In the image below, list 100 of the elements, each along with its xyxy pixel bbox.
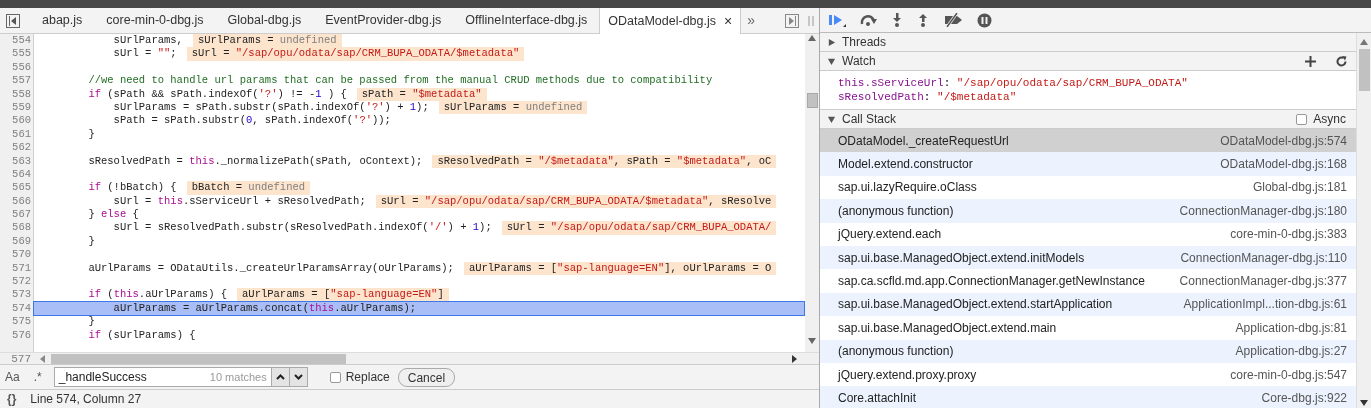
line-number[interactable]: 572: [0, 275, 34, 289]
frame-location[interactable]: ConnectionManager-dbg.js:180: [1179, 201, 1347, 220]
frame-location[interactable]: Core-dbg.js:922: [1261, 389, 1347, 407]
scroll-down-icon[interactable]: [1360, 400, 1368, 406]
frame-location[interactable]: Global-dbg.js:181: [1252, 178, 1347, 197]
line-number[interactable]: 556: [0, 60, 34, 75]
collapsed-triangle-icon[interactable]: [827, 37, 836, 47]
line-number[interactable]: 568: [0, 221, 34, 235]
search-field[interactable]: _handleSuccess 10 matches: [53, 367, 272, 388]
line-number[interactable]: 563: [0, 154, 34, 168]
vertical-scrollbar[interactable]: [805, 34, 819, 353]
frame-location[interactable]: core-min-0-dbg.js:547: [1230, 365, 1347, 384]
line-number[interactable]: 576: [0, 328, 34, 342]
inline-value: sUrl = "/sap/opu/odata/sap/CRM_BUPA_ODATA/: [501, 221, 777, 235]
watch-expression[interactable]: this.sServiceUrl: "/sap/opu/odata/sap/CRM_BUPA_ODATA": [838, 76, 1356, 90]
expanded-triangle-icon[interactable]: [827, 114, 836, 124]
expanded-triangle-icon[interactable]: [827, 56, 836, 66]
line-number[interactable]: 562: [0, 141, 34, 155]
async-checkbox[interactable]: [1296, 113, 1308, 125]
horizontal-scrollbar-thumb[interactable]: [51, 353, 346, 364]
scrollbar-thumb[interactable]: [1358, 49, 1370, 91]
debugger-toggle-icon[interactable]: [785, 13, 799, 28]
file-tab[interactable]: ODataModel-dbg.js ×: [599, 8, 742, 34]
call-frame[interactable]: Core.attachInit Core-dbg.js:922: [820, 386, 1356, 408]
watch-expression[interactable]: sResolvedPath: "/$metadata": [838, 90, 1356, 104]
file-tab[interactable]: OfflineInterface-dbg.js: [453, 7, 600, 34]
replace-checkbox[interactable]: [329, 371, 341, 383]
line-number[interactable]: 570: [0, 248, 34, 262]
inline-value: sUrlParams = undefined: [438, 100, 588, 115]
line-number[interactable]: 557: [0, 74, 34, 88]
line-number[interactable]: 559: [0, 100, 34, 115]
pause-icon[interactable]: [977, 12, 992, 28]
sidebar-toggle-icon[interactable]: [6, 13, 20, 28]
scroll-right-icon[interactable]: [792, 354, 797, 363]
section-header[interactable]: Watch: [820, 52, 1356, 71]
frame-location[interactable]: ApplicationImpl...tion-dbg.js:61: [1183, 295, 1347, 314]
regex-toggle[interactable]: .*: [33, 368, 42, 387]
pretty-print-button[interactable]: {}: [7, 390, 17, 408]
line-number[interactable]: 567: [0, 208, 34, 222]
step-into-icon[interactable]: [891, 13, 903, 27]
line-number[interactable]: 565: [0, 181, 34, 195]
file-tab[interactable]: core-min-0-dbg.js: [94, 7, 216, 34]
scroll-down-icon[interactable]: [808, 338, 816, 345]
more-tabs-button[interactable]: »: [747, 10, 755, 31]
call-frame[interactable]: (anonymous function) ConnectionManager-dbg.js:180: [820, 199, 1356, 223]
line-number[interactable]: 573: [0, 288, 34, 302]
code-text: sUrl = "";: [112, 47, 177, 61]
grip-icon[interactable]: [807, 13, 815, 28]
match-case-toggle[interactable]: Aa: [5, 368, 20, 387]
line-number[interactable]: 571: [0, 261, 34, 276]
inline-value: aUrlParams = ["sap-language=EN"]: [237, 288, 449, 302]
scrollbar-thumb[interactable]: [806, 93, 818, 108]
line-number[interactable]: 554: [0, 34, 34, 48]
line-number[interactable]: 575: [0, 315, 34, 329]
call-frame[interactable]: sap.ui.base.ManagedObject.extend.initModels ConnectionManager-dbg.js:110: [820, 245, 1356, 270]
frame-location[interactable]: Application-dbg.js:81: [1235, 318, 1347, 337]
call-frame[interactable]: Model.extend.constructor ODataModel-dbg.js:168: [820, 152, 1356, 176]
line-number[interactable]: 577: [0, 352, 34, 365]
async-label[interactable]: Async: [1313, 110, 1346, 128]
frame-location[interactable]: core-min-0-dbg.js:383: [1230, 225, 1347, 244]
frame-location[interactable]: ODataModel-dbg.js:574: [1220, 131, 1347, 150]
section-header[interactable]: Threads: [820, 33, 1356, 52]
step-over-icon[interactable]: [860, 14, 877, 26]
frame-location[interactable]: ConnectionManager-dbg.js:110: [1180, 248, 1347, 267]
file-tab[interactable]: Global-dbg.js: [215, 7, 314, 34]
scroll-up-icon[interactable]: [1360, 39, 1368, 45]
line-number[interactable]: 569: [0, 234, 34, 249]
frame-location[interactable]: ODataModel-dbg.js:168: [1220, 155, 1347, 174]
replace-label[interactable]: Replace: [345, 368, 390, 387]
line-number[interactable]: 566: [0, 194, 34, 209]
code-text: if (sUrlParams) {: [87, 328, 196, 342]
refresh-icon[interactable]: [1336, 55, 1347, 67]
frame-location[interactable]: ConnectionManager-dbg.js:377: [1179, 272, 1347, 291]
file-tab[interactable]: EventProvider-dbg.js: [313, 7, 454, 34]
line-number[interactable]: 561: [0, 127, 34, 142]
step-out-icon[interactable]: [917, 13, 929, 27]
call-frame[interactable]: (anonymous function) Application-dbg.js:27: [820, 339, 1356, 363]
code-text: sUrl = this.sServiceUrl + sResolvedPath;: [112, 194, 366, 209]
code-text: sUrlParams = sPath.substr(sPath.indexOf('?') + 1);: [112, 100, 429, 115]
line-number[interactable]: 560: [0, 114, 34, 128]
inline-value: sResolvedPath = "/$metadata", sPath = "$metadata", oC: [432, 154, 777, 168]
file-tab[interactable]: abap.js: [30, 7, 95, 34]
cancel-button[interactable]: Cancel: [397, 367, 456, 387]
call-frame[interactable]: sap.ui.base.ManagedObject.extend.startApplication ApplicationImpl...tion-dbg.js:61: [820, 292, 1356, 317]
resume-icon[interactable]: [828, 13, 846, 27]
line-number[interactable]: 564: [0, 167, 34, 182]
section-header[interactable]: Call Stack Async: [820, 110, 1356, 129]
inline-value: sPath = "$metadata": [356, 87, 487, 101]
line-number[interactable]: 555: [0, 47, 34, 61]
code-text: }: [87, 127, 95, 142]
code-text: if (sPath && sPath.indexOf('?') != -1 ) {: [87, 87, 347, 101]
deactivate-breakpoints-icon[interactable]: [943, 13, 963, 27]
scroll-left-icon[interactable]: [40, 354, 45, 363]
line-number[interactable]: 574: [0, 301, 34, 316]
frame-location[interactable]: Application-dbg.js:27: [1235, 342, 1347, 361]
add-icon[interactable]: [1305, 55, 1316, 67]
close-tab-button[interactable]: ×: [724, 10, 733, 32]
line-number[interactable]: 558: [0, 87, 34, 101]
call-frame[interactable]: ODataModel._createRequestUrl ODataModel-dbg.js:574: [820, 129, 1356, 153]
panel-scrollbar[interactable]: [1357, 33, 1371, 408]
